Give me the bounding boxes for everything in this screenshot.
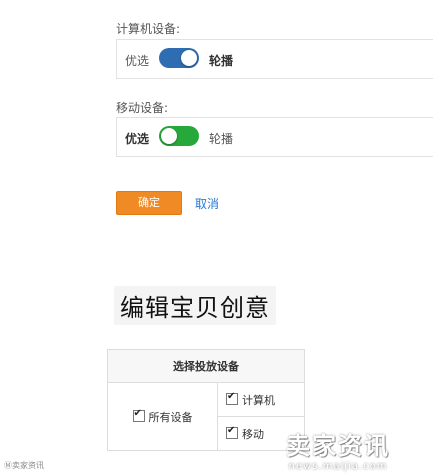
mobile-checkbox[interactable]: 移动 <box>226 425 264 441</box>
mobile-device-label: 移动设备: <box>116 101 169 115</box>
confirm-button[interactable]: 确定 <box>116 191 182 215</box>
computer-device-label: 计算机设备: <box>116 22 181 36</box>
device-table: 选择投放设备 所有设备 计算机 移动 <box>107 349 305 451</box>
mobile-checkbox-label: 移动 <box>242 427 264 441</box>
toggle-knob <box>161 128 177 144</box>
checkbox-checked-icon <box>226 391 238 405</box>
page-title: 编辑宝贝创意 <box>114 286 276 325</box>
computer-toggle-switch[interactable] <box>159 48 199 68</box>
mobile-option-preferred[interactable]: 优选 <box>125 130 149 147</box>
mobile-toggle-switch[interactable] <box>159 126 199 146</box>
watermark-url: news.maijia.com <box>288 461 388 472</box>
checkbox-checked-icon <box>226 425 238 439</box>
computer-device-toggle-box: 优选 轮播 <box>116 39 433 79</box>
computer-option-rotate[interactable]: 轮播 <box>209 52 233 69</box>
cancel-link[interactable]: 取消 <box>195 195 219 212</box>
device-table-header: 选择投放设备 <box>107 349 305 383</box>
watermark-logo: 卖家资讯 news.maijia.com <box>286 426 390 472</box>
watermark-left: Ⓜ卖家资讯 <box>4 461 44 470</box>
computer-cell: 计算机 <box>217 382 305 417</box>
computer-checkbox[interactable]: 计算机 <box>226 391 275 407</box>
all-devices-checkbox[interactable]: 所有设备 <box>132 408 193 424</box>
checkbox-checked-icon <box>132 408 145 422</box>
all-devices-cell: 所有设备 <box>107 382 218 451</box>
all-devices-label: 所有设备 <box>148 410 193 424</box>
mobile-device-toggle-box: 优选 轮播 <box>116 117 433 157</box>
watermark-brand: 卖家资讯 <box>286 432 390 460</box>
wechat-icon: Ⓜ <box>4 461 12 470</box>
computer-option-preferred[interactable]: 优选 <box>125 52 149 69</box>
computer-checkbox-label: 计算机 <box>242 393 275 407</box>
mobile-option-rotate[interactable]: 轮播 <box>209 130 233 147</box>
toggle-knob <box>181 50 197 66</box>
